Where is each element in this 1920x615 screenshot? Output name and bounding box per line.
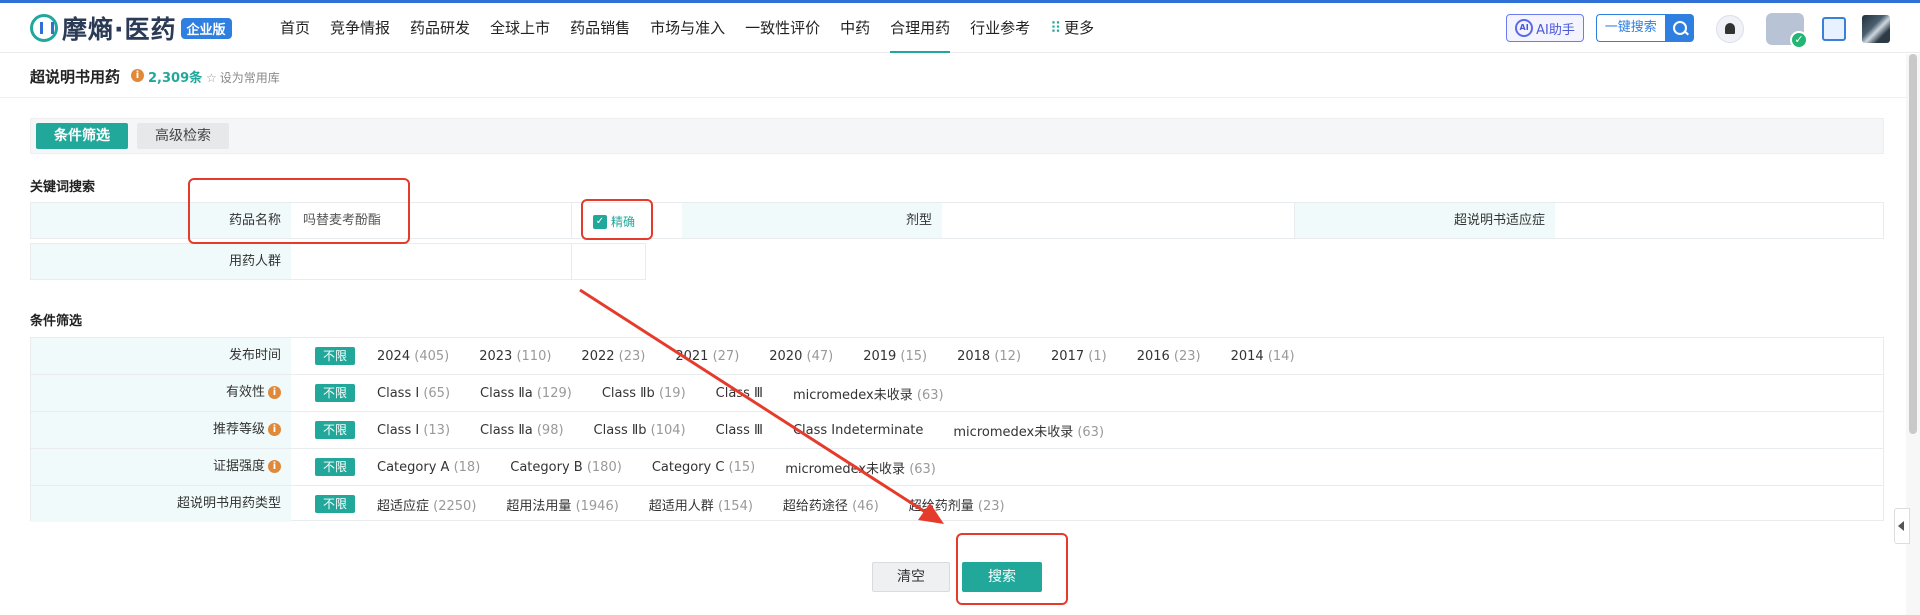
scrollbar-thumb[interactable] xyxy=(1909,54,1917,434)
collapse-side-panel-icon[interactable] xyxy=(1894,508,1910,544)
annotation-arrow xyxy=(579,288,944,524)
